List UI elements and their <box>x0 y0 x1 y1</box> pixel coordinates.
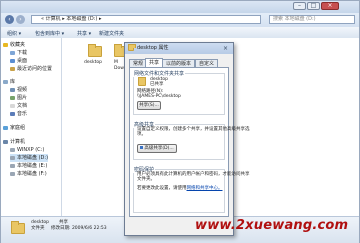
search-input[interactable]: 搜索 本地磁盘 (D:) <box>269 15 355 24</box>
tab-sharing[interactable]: 共享 <box>145 58 164 67</box>
advanced-sharing-button[interactable]: 高级共享(D)... <box>137 144 177 153</box>
favorites-header[interactable]: 收藏夹 <box>3 41 25 49</box>
address-field[interactable]: « 计算机 ▸ 本地磁盘 (D:) ▸ <box>31 15 261 24</box>
computer-header[interactable]: 计算机 <box>3 138 25 146</box>
video-icon <box>10 87 15 92</box>
minimize-button[interactable]: – <box>293 2 306 10</box>
drive-icon <box>10 171 15 176</box>
sidebar-item-recent[interactable]: 最近访问的位置 <box>10 65 52 73</box>
back-button[interactable]: ‹ <box>5 15 14 24</box>
desktop-icon <box>10 58 15 63</box>
library-icon <box>3 79 8 84</box>
folder-icon <box>128 44 136 51</box>
dialog-title-bar: desktop 属性 × <box>125 43 233 54</box>
sidebar-item-drive-c[interactable]: WINXP (C:) <box>10 146 44 154</box>
navigation-pane: 收藏夹 下载 桌面 最近访问的位置 库 视频 图片 文档 音乐 家庭组 计算机 … <box>1 38 62 216</box>
password-text-3: 若要更改此设置，请使用网络和共享中心。 <box>137 186 223 191</box>
maximize-button[interactable]: □ <box>307 2 320 10</box>
details-type: 文件夹 <box>31 226 45 231</box>
picture-icon <box>10 95 15 100</box>
sidebar-item-downloads[interactable]: 下载 <box>10 49 27 57</box>
shared-folder-icon <box>138 77 146 86</box>
properties-dialog: desktop 属性 × 常规 共享 以前的版本 自定义 网络文件和文件夹共享 … <box>124 42 250 236</box>
dialog-close-icon[interactable]: × <box>223 43 228 54</box>
details-date: 修改日期: 2009/6/6 22:53 <box>51 226 107 231</box>
title-bar: – □ × <box>1 1 359 13</box>
sidebar-item-drive-e[interactable]: 本地磁盘 (E:) <box>10 162 47 170</box>
dialog-title: desktop 属性 <box>137 45 169 51</box>
advanced-sharing-text-1: 设置自定义权限，创建多个共享，并设置其他高级共享选 <box>137 127 250 132</box>
include-library-menu[interactable]: 包含到库中 ▾ <box>35 30 64 37</box>
tab-customize[interactable]: 自定义 <box>195 59 219 67</box>
sidebar-item-videos[interactable]: 视频 <box>10 86 27 94</box>
drive-icon <box>10 155 15 160</box>
share-button[interactable]: 共享(S)... <box>137 101 161 110</box>
share-menu[interactable]: 共享 ▾ <box>77 30 91 37</box>
shared-folder-state: 已共享 <box>150 82 164 87</box>
folder-icon <box>11 221 25 234</box>
address-bar-row: ‹ › « 计算机 ▸ 本地磁盘 (D:) ▸ 搜索 本地磁盘 (D:) <box>1 13 359 27</box>
file-name[interactable]: desktop <box>84 60 102 66</box>
downloads-icon <box>10 50 15 55</box>
music-icon <box>10 111 15 116</box>
close-button[interactable]: × <box>321 2 339 10</box>
password-text-2: 文件夹。 <box>137 177 155 182</box>
star-icon <box>3 42 8 47</box>
homegroup-icon <box>3 125 8 130</box>
organize-menu[interactable]: 组织 ▾ <box>7 30 21 37</box>
shield-icon <box>140 146 144 149</box>
sidebar-item-drive-f[interactable]: 本地磁盘 (F:) <box>10 170 47 178</box>
sidebar-item-desktop[interactable]: 桌面 <box>10 57 27 65</box>
recent-places-icon <box>10 66 15 71</box>
advanced-sharing-text-2: 项。 <box>137 132 146 137</box>
homegroup-header[interactable]: 家庭组 <box>3 124 25 132</box>
sidebar-item-pictures[interactable]: 图片 <box>10 94 27 102</box>
sidebar-item-documents[interactable]: 文档 <box>10 102 27 110</box>
watermark: www.2xuewang.com <box>195 218 349 233</box>
sharing-panel: 网络文件和文件夹共享 desktop 已共享 网络路径(N): \\JAMES-… <box>129 67 250 217</box>
forward-button[interactable]: › <box>16 15 25 24</box>
drive-icon <box>10 163 15 168</box>
network-path-value: \\JAMES-PC\desktop <box>137 94 181 99</box>
libraries-header[interactable]: 库 <box>3 78 15 86</box>
new-folder-button[interactable]: 新建文件夹 <box>99 30 124 37</box>
network-center-link[interactable]: 网络和共享中心。 <box>187 186 223 191</box>
computer-icon <box>3 139 8 144</box>
folder-icon[interactable] <box>88 44 102 57</box>
drive-icon <box>10 147 15 152</box>
group-title: 网络文件和文件夹共享 <box>133 70 186 77</box>
document-icon <box>10 103 15 108</box>
sidebar-item-music[interactable]: 音乐 <box>10 110 27 118</box>
tab-previous-versions[interactable]: 以前的版本 <box>162 59 196 67</box>
sidebar-item-drive-d[interactable]: 本地磁盘 (D:) <box>10 154 49 162</box>
